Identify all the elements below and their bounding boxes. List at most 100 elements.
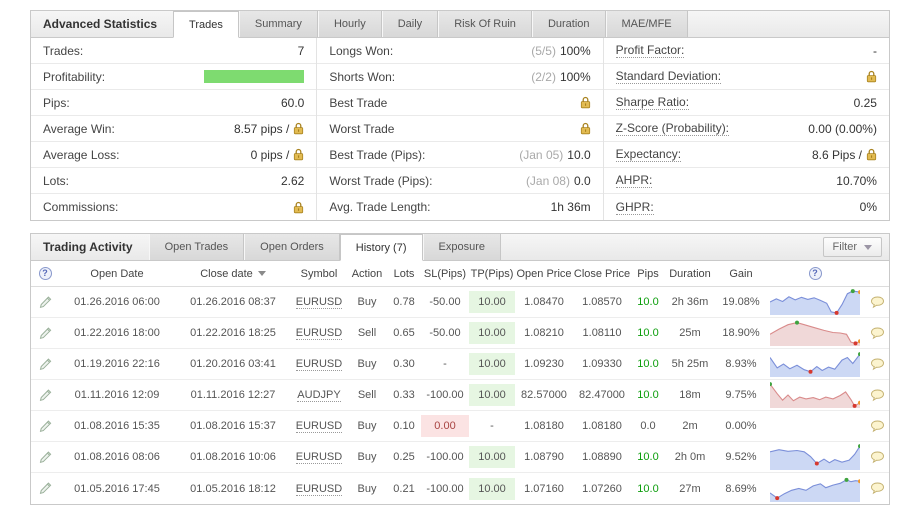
stat-value-prefix: (2/2)	[531, 70, 556, 84]
tab-risk-of-ruin[interactable]: Risk Of Ruin	[438, 11, 532, 37]
comment-icon[interactable]	[870, 358, 885, 371]
col-header-gain[interactable]: Gain	[715, 268, 767, 280]
edit-note-icon[interactable]	[38, 481, 53, 496]
col-header-lots[interactable]: Lots	[387, 268, 421, 280]
lots: 0.21	[387, 483, 421, 495]
col-header-sl-pips[interactable]: SL(Pips)	[421, 268, 469, 280]
tab-open-trades[interactable]: Open Trades	[149, 234, 245, 260]
help-icon-header: ?	[31, 267, 59, 280]
action: Sell	[347, 389, 387, 401]
stat-value-avg-trade-length: 1h 36m	[551, 200, 591, 214]
stat-value-ahpr: 10.70%	[836, 174, 877, 188]
edit-note-icon[interactable]	[38, 419, 53, 434]
help-icon-header: ?	[767, 267, 863, 280]
help-icon[interactable]: ?	[809, 267, 822, 280]
lock-icon[interactable]	[866, 148, 877, 161]
tab-duration[interactable]: Duration	[532, 11, 606, 37]
sl-value: -	[443, 358, 447, 370]
stat-value-text: 0.25	[854, 96, 877, 110]
tp-pips: 10.00	[469, 446, 515, 468]
tab-trades[interactable]: Trades	[173, 11, 239, 38]
lots: 0.30	[387, 358, 421, 370]
symbol-link[interactable]: EURUSD	[296, 420, 342, 433]
table-row: 01.08.2016 08:0601.08.2016 10:06EURUSDBu…	[31, 442, 889, 473]
sparkline-cell	[767, 320, 863, 346]
stat-value-prefix: (Jan 05)	[519, 148, 563, 162]
symbol-link[interactable]: AUDJPY	[297, 389, 340, 402]
lock-icon[interactable]	[293, 201, 304, 214]
stat-label-ahpr[interactable]: AHPR:	[616, 173, 653, 188]
col-header-duration[interactable]: Duration	[665, 268, 715, 280]
stat-value-commissions	[293, 201, 304, 214]
close-price: 1.09330	[573, 358, 631, 370]
symbol-cell: EURUSD	[291, 420, 347, 432]
stat-label-ghpr[interactable]: GHPR:	[616, 200, 654, 215]
lock-icon[interactable]	[293, 122, 304, 135]
edit-note-icon[interactable]	[38, 388, 53, 403]
trade-sparkline	[770, 444, 860, 470]
symbol-link[interactable]: EURUSD	[296, 358, 342, 371]
stat-lots: Lots:2.62	[31, 168, 316, 194]
comment-icon[interactable]	[870, 327, 885, 340]
col-header-pips[interactable]: Pips	[631, 268, 665, 280]
open-date: 01.26.2016 06:00	[59, 296, 175, 308]
stat-value-sharpe-ratio: 0.25	[854, 96, 877, 110]
lock-icon[interactable]	[866, 70, 877, 83]
stat-label-expectancy[interactable]: Expectancy:	[616, 147, 681, 162]
tab-hourly[interactable]: Hourly	[318, 11, 382, 37]
stat-value-profitability	[204, 70, 304, 83]
col-header-open-price[interactable]: Open Price	[515, 268, 573, 280]
tab-summary[interactable]: Summary	[239, 11, 318, 37]
col-header-action[interactable]: Action	[347, 268, 387, 280]
stats-column-1: Trades:7Profitability:Pips:60.0Average W…	[31, 38, 316, 220]
edit-note-icon[interactable]	[38, 326, 53, 341]
edit-note-icon[interactable]	[38, 357, 53, 372]
comment-icon[interactable]	[870, 451, 885, 464]
comment-icon[interactable]	[870, 389, 885, 402]
stat-label-sharpe-ratio[interactable]: Sharpe Ratio:	[616, 95, 689, 110]
edit-note-icon[interactable]	[38, 295, 53, 310]
comment-icon[interactable]	[870, 420, 885, 433]
gain: 19.08%	[715, 296, 767, 308]
stat-value-text: 0.0	[574, 174, 591, 188]
col-header-symbol[interactable]: Symbol	[291, 268, 347, 280]
stat-label-standard-deviation[interactable]: Standard Deviation:	[616, 69, 721, 84]
edit-note-icon[interactable]	[38, 450, 53, 465]
tab-mae-mfe[interactable]: MAE/MFE	[606, 11, 688, 37]
lock-icon[interactable]	[580, 96, 591, 109]
comment-icon[interactable]	[870, 296, 885, 309]
open-price: 82.57000	[515, 389, 573, 401]
col-header-close-price[interactable]: Close Price	[573, 268, 631, 280]
lock-icon[interactable]	[293, 148, 304, 161]
col-header-tp-pips[interactable]: TP(Pips)	[469, 268, 515, 280]
stat-label-worst-trade-pips: Worst Trade (Pips):	[329, 174, 432, 188]
history-table: ? Open DateClose dateSymbolActionLotsSL(P…	[31, 261, 889, 504]
stat-label-z-score-probability[interactable]: Z-Score (Probability):	[616, 121, 729, 136]
open-price: 1.08790	[515, 451, 573, 463]
lock-icon[interactable]	[580, 122, 591, 135]
advanced-statistics-header: Advanced Statistics TradesSummaryHourlyD…	[31, 11, 889, 38]
symbol-link[interactable]: EURUSD	[296, 296, 342, 309]
help-icon[interactable]: ?	[39, 267, 52, 280]
open-date: 01.05.2016 17:45	[59, 483, 175, 495]
filter-button[interactable]: Filter	[823, 237, 882, 257]
open-price: 1.08470	[515, 296, 573, 308]
col-header-open-date[interactable]: Open Date	[59, 268, 175, 280]
symbol-link[interactable]: EURUSD	[296, 451, 342, 464]
close-date: 01.26.2016 08:37	[175, 296, 291, 308]
lots: 0.65	[387, 327, 421, 339]
sl-highlight: 0.00	[421, 415, 469, 437]
edit-cell	[31, 419, 59, 434]
lots: 0.10	[387, 420, 421, 432]
comment-icon[interactable]	[870, 482, 885, 495]
tab-history-7[interactable]: History (7)	[340, 234, 423, 261]
symbol-link[interactable]: EURUSD	[296, 483, 342, 496]
tab-open-orders[interactable]: Open Orders	[244, 234, 340, 260]
tab-daily[interactable]: Daily	[382, 11, 438, 37]
spark-marker-green	[858, 444, 860, 448]
stat-label-profit-factor[interactable]: Profit Factor:	[616, 43, 685, 58]
col-header-close-date[interactable]: Close date	[175, 268, 291, 280]
symbol-link[interactable]: EURUSD	[296, 327, 342, 340]
tab-exposure[interactable]: Exposure	[423, 234, 501, 260]
action: Buy	[347, 483, 387, 495]
